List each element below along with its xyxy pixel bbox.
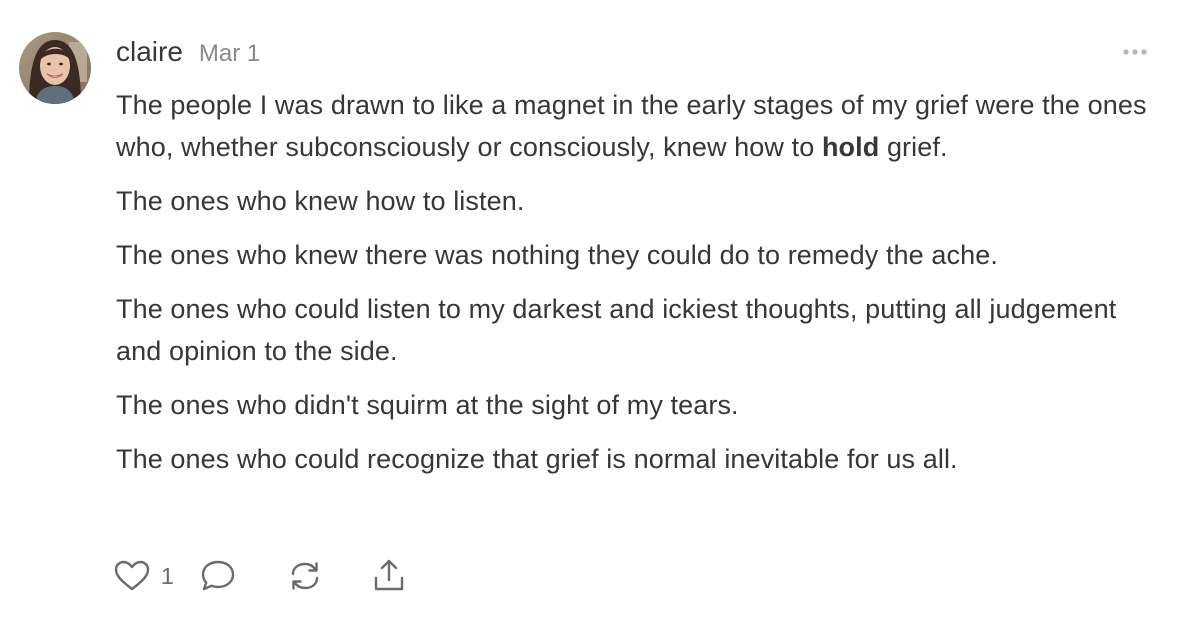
restack-button[interactable] [288, 559, 372, 593]
comment-paragraph: The ones who could recognize that grief … [116, 444, 958, 474]
author-name[interactable]: claire [116, 36, 183, 68]
share-icon [374, 559, 404, 591]
paragraph-text: The people I was drawn to like a magnet … [116, 90, 1147, 162]
comment-body: The people I was drawn to like a magnet … [116, 84, 1156, 492]
comment-paragraph: The ones who didn't squirm at the sight … [116, 390, 739, 420]
comment-paragraph: The ones who knew how to listen. [116, 186, 525, 216]
comment-date[interactable]: Mar 1 [199, 40, 260, 68]
reply-button[interactable] [200, 559, 288, 593]
like-count: 1 [161, 562, 174, 589]
share-button[interactable] [372, 558, 412, 594]
bold-text: hold [821, 132, 880, 162]
more-options-button[interactable] [1118, 42, 1152, 62]
restack-icon [291, 562, 319, 590]
ellipsis-icon [1123, 49, 1147, 55]
comment-paragraph: The ones who knew there was nothing they… [116, 240, 998, 270]
comment-card: claire Mar 1 The people I was drawn to l… [0, 0, 1196, 626]
like-button[interactable]: 1 [114, 560, 200, 592]
comment-paragraph: The ones who could listen to my darkest … [116, 294, 1117, 366]
comment-header: claire Mar 1 [116, 36, 260, 76]
speech-bubble-icon [201, 560, 235, 591]
avatar[interactable] [19, 32, 91, 104]
comment-paragraph: The people I was drawn to like a magnet … [116, 84, 1156, 168]
user-avatar-photo [19, 32, 91, 104]
paragraph-text: grief. [879, 132, 948, 162]
heart-icon [114, 560, 150, 591]
action-bar: 1 [114, 556, 412, 596]
